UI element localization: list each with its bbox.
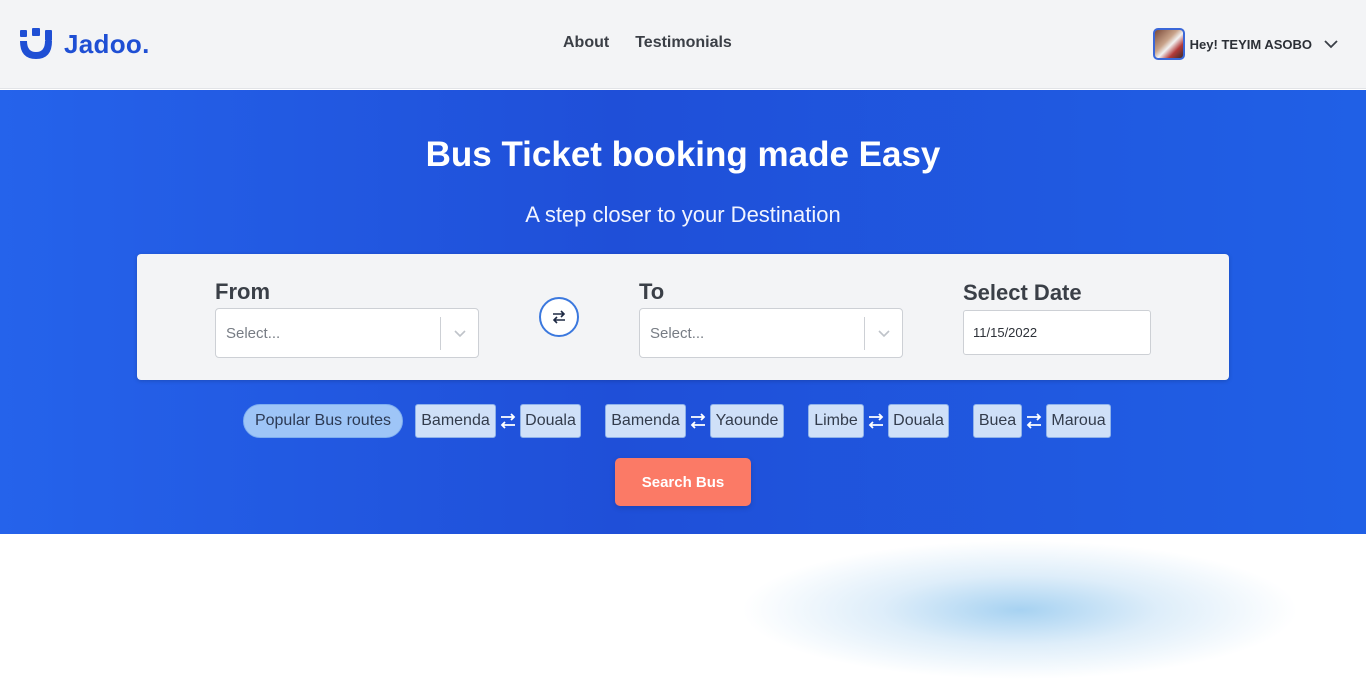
popular-routes: Popular Bus routes Bamenda Douala Bamend… <box>0 404 1366 438</box>
chevron-down-icon[interactable] <box>1324 37 1338 51</box>
chevron-down-icon[interactable] <box>453 326 467 340</box>
route-chip-from[interactable]: Bamenda <box>415 404 496 438</box>
from-select[interactable]: Select... <box>215 308 479 358</box>
user-menu[interactable]: Hey! TEYIM ASOBO <box>1152 28 1338 60</box>
route-chip-from[interactable]: Limbe <box>808 404 864 438</box>
to-select[interactable]: Select... <box>639 308 903 358</box>
search-bus-button[interactable]: Search Bus <box>615 458 751 506</box>
main-nav: About Testimonials <box>563 34 732 52</box>
to-label: To <box>639 279 665 304</box>
nav-about[interactable]: About <box>563 34 609 52</box>
top-header: Jadoo. About Testimonials Hey! TEYIM ASO… <box>0 0 1366 89</box>
swap-arrows-icon <box>1026 413 1042 429</box>
hero-title: Bus Ticket booking made Easy <box>425 135 941 174</box>
nav-testimonials[interactable]: Testimonials <box>635 34 732 52</box>
select-separator <box>864 317 865 350</box>
avatar[interactable] <box>1152 28 1185 60</box>
route-chip-from[interactable]: Buea <box>973 404 1022 438</box>
popular-routes-label: Popular Bus routes <box>243 404 403 438</box>
swap-arrows-icon <box>500 413 516 429</box>
chevron-down-icon[interactable] <box>877 326 891 340</box>
route-chip-to[interactable]: Douala <box>520 404 581 438</box>
swap-locations-button[interactable] <box>539 297 579 337</box>
swap-arrows-icon <box>868 413 884 429</box>
user-greeting: Hey! TEYIM ASOBO <box>1189 36 1312 52</box>
route-chip-to[interactable]: Douala <box>888 404 949 438</box>
date-input[interactable]: 11/15/2022 <box>963 310 1151 355</box>
jadoo-logo-icon <box>20 28 52 59</box>
swap-arrows-icon <box>690 413 706 429</box>
brand-name: Jadoo. <box>64 28 150 59</box>
brand-logo[interactable]: Jadoo. <box>20 28 150 60</box>
to-placeholder: Select... <box>650 325 705 342</box>
decorative-glow <box>740 540 1300 680</box>
hero-subtitle: A step closer to your Destination <box>525 202 841 227</box>
select-separator <box>440 317 441 350</box>
route-chip-from[interactable]: Bamenda <box>605 404 686 438</box>
from-placeholder: Select... <box>226 325 281 342</box>
route-chip-to[interactable]: Maroua <box>1046 404 1111 438</box>
swap-arrows-icon <box>552 310 566 324</box>
date-label: Select Date <box>963 280 1082 305</box>
hero-section: Bus Ticket booking made Easy A step clos… <box>0 90 1366 534</box>
from-label: From <box>215 279 270 304</box>
route-chip-to[interactable]: Yaounde <box>710 404 784 438</box>
search-card: From Select... To Select... Select Date … <box>137 254 1229 380</box>
